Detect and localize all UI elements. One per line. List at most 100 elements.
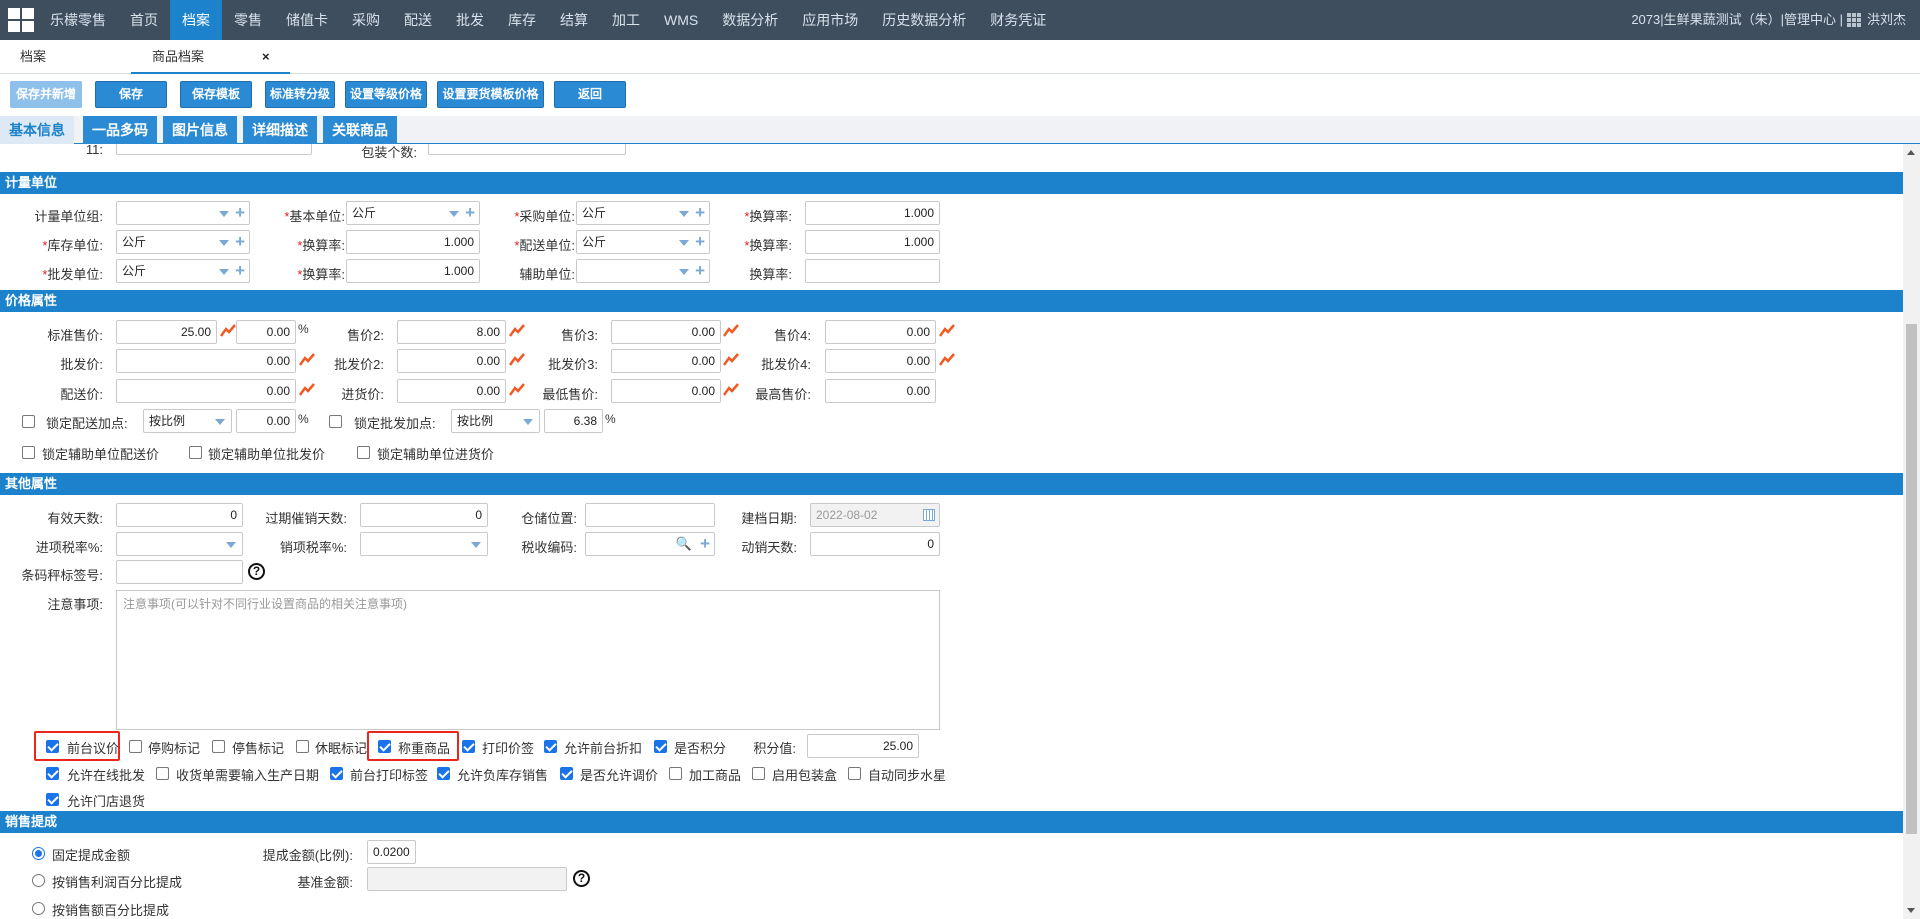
expire-days-input[interactable]: 0 bbox=[360, 503, 488, 527]
allow-discount-checkbox[interactable] bbox=[544, 740, 557, 753]
profit-commission-radio[interactable] bbox=[32, 874, 45, 887]
std-price-pct-input[interactable]: 0.00 bbox=[236, 320, 296, 344]
lock-dist-value-input[interactable]: 0.00 bbox=[236, 409, 296, 433]
help-icon[interactable]: ? bbox=[248, 563, 265, 580]
plus-icon[interactable]: + bbox=[465, 203, 475, 223]
stop-purchase-checkbox[interactable] bbox=[129, 740, 142, 753]
negative-stock-checkbox[interactable] bbox=[437, 767, 450, 780]
trend-icon[interactable] bbox=[723, 352, 739, 366]
vertical-scrollbar[interactable] bbox=[1903, 144, 1920, 919]
plus-icon[interactable]: + bbox=[695, 203, 705, 223]
grade-price-button[interactable]: 设置等级价格 bbox=[345, 81, 427, 108]
bargain-checkbox[interactable] bbox=[46, 740, 59, 753]
trend-icon[interactable] bbox=[509, 352, 525, 366]
cost-price-input[interactable]: 0.00 bbox=[397, 379, 506, 403]
scroll-down-icon[interactable] bbox=[1907, 908, 1915, 913]
save-button[interactable]: 保存 bbox=[95, 81, 167, 108]
notes-textarea[interactable]: 注意事项(可以针对不同行业设置商品的相关注意事项) bbox=[116, 590, 940, 730]
points-input[interactable]: 25.00 bbox=[807, 734, 919, 758]
save-template-button[interactable]: 保存模板 bbox=[180, 81, 252, 108]
calendar-icon[interactable] bbox=[923, 509, 935, 521]
rate-input-2[interactable]: 1.000 bbox=[346, 230, 480, 254]
tab-multi-code[interactable]: 一品多码 bbox=[83, 116, 157, 144]
wholesale3-input[interactable]: 0.00 bbox=[611, 349, 721, 373]
processed-goods-checkbox[interactable] bbox=[669, 767, 682, 780]
plus-icon[interactable]: + bbox=[700, 534, 710, 554]
plus-icon[interactable]: + bbox=[235, 232, 245, 252]
rate-input-1[interactable]: 1.000 bbox=[805, 201, 940, 225]
dist-price-input[interactable]: 0.00 bbox=[116, 379, 296, 403]
nav-item-home[interactable]: 首页 bbox=[118, 0, 170, 40]
in-tax-select[interactable] bbox=[116, 532, 243, 556]
nav-item-history-analytics[interactable]: 历史数据分析 bbox=[870, 0, 978, 40]
grid-logo-icon[interactable] bbox=[8, 8, 34, 32]
org-label[interactable]: 2073|生鲜果蔬测试（朱）|管理中心 | bbox=[1631, 0, 1843, 40]
tab-product-archive[interactable]: 商品档案 × bbox=[131, 40, 290, 74]
help-icon[interactable]: ? bbox=[573, 870, 590, 887]
lock-dist-checkbox[interactable] bbox=[22, 415, 35, 428]
price2-input[interactable]: 8.00 bbox=[397, 320, 506, 344]
stock-unit-select[interactable]: 公斤 + bbox=[116, 230, 250, 254]
pack-count-input[interactable] bbox=[428, 144, 626, 155]
wholesale2-input[interactable]: 0.00 bbox=[397, 349, 506, 373]
stop-sale-checkbox[interactable] bbox=[212, 740, 225, 753]
allow-price-adjust-checkbox[interactable] bbox=[560, 767, 573, 780]
trend-icon[interactable] bbox=[939, 323, 955, 337]
create-date-input[interactable]: 2022-08-02 bbox=[810, 503, 940, 527]
standard-to-grade-button[interactable]: 标准转分级 bbox=[265, 81, 335, 108]
sync-mercury-checkbox[interactable] bbox=[848, 767, 861, 780]
valid-days-input[interactable]: 0 bbox=[116, 503, 243, 527]
trend-icon[interactable] bbox=[723, 323, 739, 337]
tab-archive[interactable]: 档案 bbox=[20, 40, 46, 74]
field-11-input[interactable] bbox=[116, 144, 312, 155]
aux-unit-select[interactable]: + bbox=[576, 259, 710, 283]
lock-aux-dist-checkbox[interactable] bbox=[22, 446, 35, 459]
front-print-label-checkbox[interactable] bbox=[330, 767, 343, 780]
online-wholesale-checkbox[interactable] bbox=[46, 767, 59, 780]
scroll-up-icon[interactable] bbox=[1907, 150, 1915, 155]
lock-dist-mode-select[interactable]: 按比例 bbox=[143, 409, 232, 433]
nav-item-processing[interactable]: 加工 bbox=[600, 0, 652, 40]
trend-icon[interactable] bbox=[939, 352, 955, 366]
sales-commission-radio[interactable] bbox=[32, 902, 45, 915]
allow-return-checkbox[interactable] bbox=[46, 793, 59, 806]
tab-related[interactable]: 关联商品 bbox=[323, 116, 397, 144]
package-box-checkbox[interactable] bbox=[752, 767, 765, 780]
nav-item-purchase[interactable]: 采购 bbox=[340, 0, 392, 40]
nav-item-wholesale[interactable]: 批发 bbox=[444, 0, 496, 40]
move-days-input[interactable]: 0 bbox=[810, 532, 940, 556]
dist-unit-select[interactable]: 公斤 + bbox=[576, 230, 710, 254]
save-and-new-button[interactable]: 保存并新增 bbox=[10, 81, 82, 108]
lock-wholesale-checkbox[interactable] bbox=[329, 415, 342, 428]
search-icon[interactable]: 🔍 bbox=[676, 533, 692, 555]
plus-icon[interactable]: + bbox=[235, 261, 245, 281]
nav-item-analytics[interactable]: 数据分析 bbox=[710, 0, 790, 40]
points-enabled-checkbox[interactable] bbox=[654, 740, 667, 753]
tab-images[interactable]: 图片信息 bbox=[163, 116, 237, 144]
nav-item-settlement[interactable]: 结算 bbox=[548, 0, 600, 40]
wholesale-price-input[interactable]: 0.00 bbox=[116, 349, 296, 373]
location-input[interactable] bbox=[585, 503, 715, 527]
nav-item-app-market[interactable]: 应用市场 bbox=[790, 0, 870, 40]
min-price-input[interactable]: 0.00 bbox=[611, 379, 721, 403]
rate-input-4[interactable]: 1.000 bbox=[346, 259, 480, 283]
base-unit-select[interactable]: 公斤 + bbox=[346, 201, 480, 225]
template-price-button[interactable]: 设置要货模板价格 bbox=[437, 81, 544, 108]
rate-input-5[interactable] bbox=[805, 259, 940, 283]
back-button[interactable]: 返回 bbox=[554, 81, 626, 108]
nav-item-wms[interactable]: WMS bbox=[652, 0, 710, 40]
nav-item-archive[interactable]: 档案 bbox=[170, 0, 222, 40]
tab-detail[interactable]: 详细描述 bbox=[243, 116, 317, 144]
nav-item-distribution[interactable]: 配送 bbox=[392, 0, 444, 40]
user-name[interactable]: 洪刘杰 bbox=[1867, 0, 1906, 40]
lock-wholesale-mode-select[interactable]: 按比例 bbox=[451, 409, 540, 433]
nav-item-retail[interactable]: 零售 bbox=[222, 0, 274, 40]
production-date-checkbox[interactable] bbox=[156, 767, 169, 780]
max-price-input[interactable]: 0.00 bbox=[825, 379, 936, 403]
close-icon[interactable]: × bbox=[262, 49, 270, 64]
commission-amount-input[interactable]: 0.0200 bbox=[367, 840, 416, 864]
tax-code-select[interactable]: 🔍 + bbox=[585, 532, 715, 556]
rate-input-3[interactable]: 1.000 bbox=[805, 230, 940, 254]
trend-icon[interactable] bbox=[220, 323, 236, 337]
nav-item-lemeng[interactable]: 乐檬零售 bbox=[38, 0, 118, 40]
